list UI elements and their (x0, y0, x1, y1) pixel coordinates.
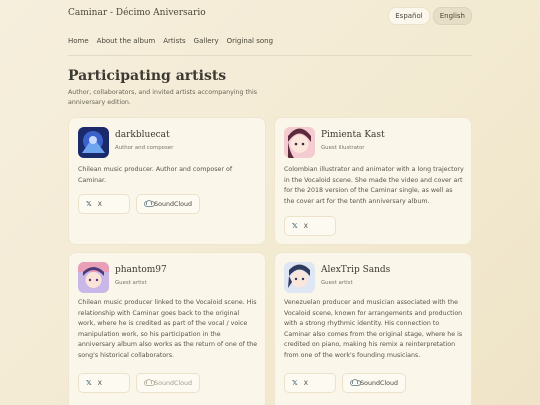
x-link[interactable]: 𝕏 X (78, 373, 130, 393)
artist-name: AlexTrip Sands (321, 265, 391, 275)
x-icon: 𝕏 (86, 379, 92, 387)
soundcloud-link[interactable]: SoundCloud (136, 194, 200, 214)
x-icon: 𝕏 (292, 222, 298, 230)
lang-button-en[interactable]: English (432, 7, 472, 25)
nav-item-original-song[interactable]: Original song (227, 37, 273, 45)
artist-bio: Chilean music producer. Author and compo… (78, 166, 233, 184)
artist-role: Guest artist (321, 280, 353, 286)
nav-item-gallery[interactable]: Gallery (194, 37, 219, 45)
avatar (78, 262, 109, 293)
x-link[interactable]: 𝕏 X (78, 194, 130, 214)
cloud-icon (350, 379, 362, 386)
language-switcher: Español English (388, 7, 472, 25)
nav-divider (68, 55, 472, 56)
site-title[interactable]: Caminar - Décimo Aniversario (68, 8, 206, 18)
artist-card: Pimienta Kast Guest illustrator Colombia… (274, 117, 472, 245)
page-subtitle: Author, collaborators, and invited artis… (68, 89, 258, 106)
artist-name: darkbluecat (115, 130, 170, 140)
artist-name: phantom97 (115, 265, 167, 275)
artist-links: 𝕏 X SoundCloud (78, 373, 200, 393)
link-label: SoundCloud (154, 200, 192, 208)
avatar (284, 262, 315, 293)
link-label: X (97, 200, 102, 208)
soundcloud-link[interactable]: SoundCloud (342, 373, 406, 393)
link-label: SoundCloud (154, 379, 192, 387)
artist-role: Guest artist (115, 280, 147, 286)
page-title: Participating artists (68, 68, 227, 84)
artist-bio: Colombian illustrator and animator with … (284, 166, 464, 205)
artist-role: Guest illustrator (321, 145, 365, 151)
x-link[interactable]: 𝕏 X (284, 216, 336, 236)
artist-links: 𝕏 X SoundCloud (78, 194, 200, 214)
main-nav: Home About the album Artists Gallery Ori… (68, 37, 273, 45)
artist-bio: Venezuelan producer and musician associa… (284, 299, 463, 359)
nav-item-home[interactable]: Home (68, 37, 89, 45)
artist-card: phantom97 Guest artist Chilean music pro… (68, 252, 266, 405)
avatar (78, 127, 109, 158)
link-label: X (303, 222, 308, 230)
cloud-icon (144, 200, 156, 207)
nav-item-artists[interactable]: Artists (163, 37, 185, 45)
avatar (284, 127, 315, 158)
artist-bio: Chilean music producer linked to the Voc… (78, 299, 258, 359)
nav-item-about[interactable]: About the album (97, 37, 156, 45)
artist-card: darkbluecat Author and composer Chilean … (68, 117, 266, 245)
artist-links: 𝕏 X SoundCloud (284, 373, 406, 393)
artist-role: Author and composer (115, 145, 174, 151)
cloud-icon (144, 379, 156, 386)
x-icon: 𝕏 (292, 379, 298, 387)
artist-links: 𝕏 X (284, 216, 336, 236)
artist-card: AlexTrip Sands Guest artist Venezuelan p… (274, 252, 472, 405)
link-label: X (97, 379, 102, 387)
link-label: SoundCloud (360, 379, 398, 387)
link-label: X (303, 379, 308, 387)
artist-name: Pimienta Kast (321, 130, 385, 140)
site-header: Caminar - Décimo Aniversario Español Eng… (0, 0, 540, 30)
lang-button-es[interactable]: Español (388, 7, 430, 25)
x-link[interactable]: 𝕏 X (284, 373, 336, 393)
soundcloud-link: SoundCloud (136, 373, 200, 393)
x-icon: 𝕏 (86, 200, 92, 208)
